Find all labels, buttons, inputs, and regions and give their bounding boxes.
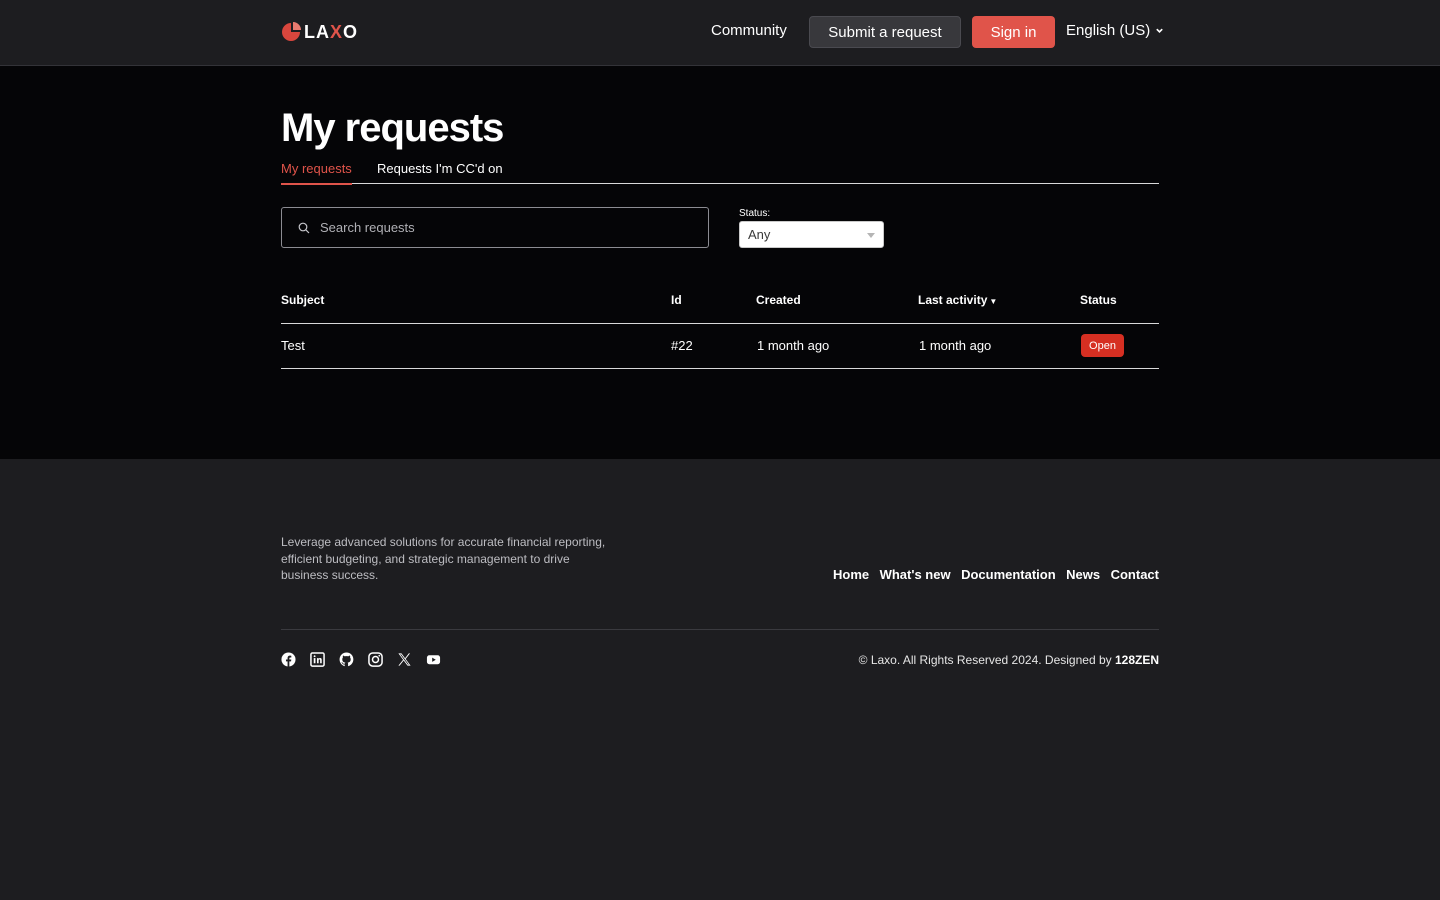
page-title: My requests [281,106,504,150]
chevron-down-icon [1156,28,1163,33]
main-content: My requests My requests Requests I'm CC'… [0,66,1440,459]
footer-link-news[interactable]: News [1066,567,1100,582]
site-header: LAXO Community Submit a request Sign in … [0,0,1440,66]
column-header-id[interactable]: Id [671,293,682,307]
sort-descending-icon: ▼ [989,297,998,306]
caret-down-icon [867,233,875,238]
footer-description: Leverage advanced solutions for accurate… [281,535,606,582]
search-icon [298,222,310,233]
column-header-last-activity[interactable]: Last activity ▼ [918,293,997,307]
column-header-status[interactable]: Status [1080,293,1117,307]
x-icon[interactable] [397,652,412,667]
copyright-text: © Laxo. All Rights Reserved 2024. Design… [858,653,1159,667]
language-label: English (US) [1066,22,1151,39]
footer-divider [281,629,1159,630]
laxo-logo[interactable]: LAXO [281,21,358,43]
footer-link-home[interactable]: Home [833,567,869,582]
nav-community-link[interactable]: Community [711,22,787,39]
status-filter-select[interactable]: Any [739,221,884,248]
designer-link[interactable]: 128ZEN [1115,653,1159,667]
logo-wordmark: LAXO [304,21,359,42]
request-id: #22 [671,338,693,353]
request-tabs: My requests Requests I'm CC'd on [281,160,1159,185]
column-header-subject[interactable]: Subject [281,293,324,307]
status-filter-label: Status: [739,208,771,219]
footer-link-whats-new[interactable]: What's new [880,567,951,582]
request-last-activity: 1 month ago [919,338,992,353]
youtube-icon[interactable] [426,652,441,667]
sign-in-button[interactable]: Sign in [972,16,1055,48]
table-row-divider [281,368,1159,369]
request-subject-link[interactable]: Test [281,338,305,353]
table-header-divider [281,323,1159,324]
linkedin-icon[interactable] [310,652,325,667]
github-icon[interactable] [339,652,354,667]
instagram-icon[interactable] [368,652,383,667]
search-input[interactable] [320,220,680,235]
laxo-logo-icon [282,22,301,41]
submit-request-button[interactable]: Submit a request [809,16,961,48]
social-links [281,652,441,667]
tab-my-requests[interactable]: My requests [281,161,352,185]
column-header-created[interactable]: Created [756,293,801,307]
language-selector[interactable]: English (US) [1066,22,1164,39]
footer-link-documentation[interactable]: Documentation [961,567,1056,582]
footer-nav: Home What's new Documentation News Conta… [833,567,1159,582]
search-box [281,207,709,248]
status-filter-value: Any [748,227,771,242]
last-activity-label: Last activity [918,293,988,307]
status-badge: Open [1081,334,1124,357]
request-created: 1 month ago [757,338,830,353]
tab-cc-requests[interactable]: Requests I'm CC'd on [377,161,503,176]
footer-link-contact[interactable]: Contact [1111,567,1159,582]
facebook-icon[interactable] [281,652,296,667]
